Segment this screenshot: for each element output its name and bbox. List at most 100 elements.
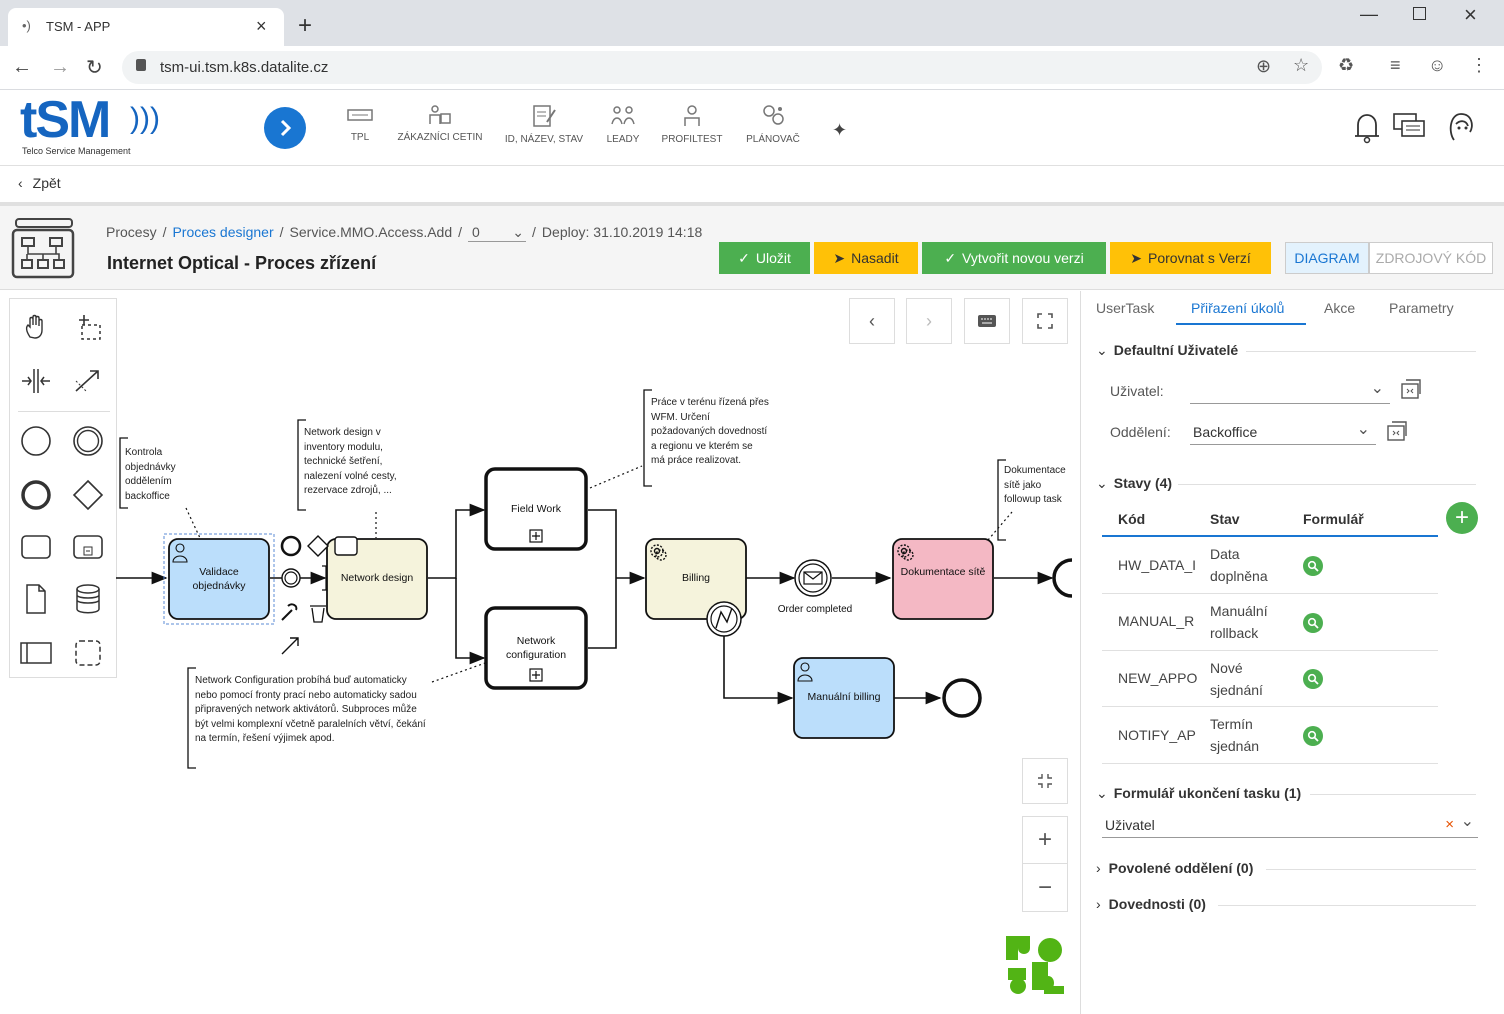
- nav-id-nazev-stav[interactable]: ID, NÁZEV, STAV: [504, 104, 584, 145]
- data-object-tool[interactable]: [16, 579, 56, 619]
- gateway-tool[interactable]: [68, 475, 108, 515]
- add-site-icon[interactable]: ⊕: [1256, 56, 1271, 77]
- boundary-error-event[interactable]: [706, 601, 742, 637]
- tab-parametry[interactable]: Parametry: [1389, 300, 1454, 316]
- group-tool[interactable]: [68, 633, 108, 673]
- reading-list-icon[interactable]: ≡: [1390, 55, 1401, 76]
- chevron-right-icon: ›: [1096, 896, 1101, 912]
- extension-recycle-icon[interactable]: ♻: [1338, 55, 1354, 76]
- tab-prirazeni-ukolu[interactable]: Přiřazení úkolů: [1191, 300, 1284, 316]
- reload-icon[interactable]: ↻: [86, 55, 103, 80]
- lasso-tool[interactable]: [68, 307, 108, 347]
- notifications-bell-icon[interactable]: [1352, 110, 1382, 144]
- add-state-button[interactable]: +: [1446, 502, 1478, 534]
- tab-akce[interactable]: Akce: [1324, 300, 1355, 316]
- section-skills[interactable]: › Dovednosti (0): [1096, 896, 1206, 912]
- bookmark-star-icon[interactable]: ☆: [1293, 55, 1309, 76]
- label-dokumentace: Dokumentace sítě: [900, 566, 986, 578]
- end-event-tool[interactable]: [16, 475, 56, 515]
- undo-button[interactable]: ‹: [849, 298, 895, 344]
- space-tool[interactable]: [16, 361, 56, 401]
- pool-tool[interactable]: [16, 633, 56, 673]
- compare-button[interactable]: ➤ Porovnat s Verzí: [1110, 242, 1271, 274]
- nav-planovac[interactable]: PLÁNOVAČ: [744, 104, 802, 145]
- clear-icon[interactable]: ×: [1445, 816, 1454, 833]
- chevron-down-icon[interactable]: ⌄: [1461, 811, 1474, 831]
- version-value: 0: [472, 224, 480, 240]
- keyboard-button[interactable]: [964, 298, 1010, 344]
- row2-form-search-button[interactable]: [1303, 613, 1323, 633]
- hand-tool[interactable]: [16, 307, 56, 347]
- diagram-toggle[interactable]: DIAGRAM: [1285, 242, 1369, 274]
- breadcrumb-procesy[interactable]: Procesy: [106, 224, 157, 240]
- row3-form-search-button[interactable]: [1303, 669, 1323, 689]
- version-select[interactable]: 0 ⌄: [468, 222, 527, 242]
- note-dokumentace[interactable]: Dokumentace sítě jako followup task: [1004, 464, 1076, 508]
- redo-button[interactable]: ›: [906, 298, 952, 344]
- save-button[interactable]: ✓ Uložit: [719, 242, 810, 274]
- plus-icon: +: [1037, 826, 1052, 853]
- note-network-design[interactable]: Network design v inventory modulu, techn…: [304, 426, 420, 499]
- finish-form-select[interactable]: Uživatel × ⌄: [1102, 812, 1478, 838]
- data-store-tool[interactable]: [68, 579, 108, 619]
- end-event-partial[interactable]: [1052, 558, 1073, 598]
- back-link[interactable]: ‹ Zpět: [18, 175, 61, 191]
- note-network-config[interactable]: Network Configuration probíhá buď automa…: [195, 674, 427, 747]
- zoom-out-button[interactable]: −: [1022, 864, 1068, 912]
- connect-tool[interactable]: [68, 361, 108, 401]
- pin-icon[interactable]: ✦: [832, 120, 847, 141]
- row-divider: [1102, 706, 1438, 707]
- dept-script-edit-icon[interactable]: [1386, 420, 1410, 442]
- note-prace[interactable]: Práce v terénu řízená přes WFM. Určení p…: [651, 396, 769, 469]
- end-event-manual[interactable]: [942, 678, 982, 718]
- tsm-logo[interactable]: tSM ))) Telco Service Management: [18, 91, 163, 160]
- browser-tab[interactable]: •) TSM - APP ×: [8, 8, 284, 46]
- forward-arrow-icon[interactable]: →: [50, 56, 70, 79]
- user-script-edit-icon[interactable]: [1400, 378, 1424, 400]
- row1-form-search-button[interactable]: [1303, 556, 1323, 576]
- nav-tpl[interactable]: TPL: [340, 104, 380, 143]
- user-select[interactable]: ⌄: [1190, 378, 1390, 404]
- dept-select[interactable]: Backoffice ⌄: [1190, 419, 1376, 445]
- close-window-icon[interactable]: ×: [1464, 2, 1477, 28]
- subprocess-tool[interactable]: [68, 527, 108, 567]
- task-dokumentace[interactable]: [892, 538, 994, 620]
- deploy-button[interactable]: ➤ Nasadit: [814, 242, 918, 274]
- back-row: [0, 166, 1504, 206]
- task-tool[interactable]: [16, 527, 56, 567]
- note-kontrola[interactable]: Kontrola objednávky oddělením backoffice: [125, 446, 195, 504]
- space-tool-icon: [22, 369, 50, 393]
- start-event-tool[interactable]: [16, 421, 56, 461]
- minimize-icon[interactable]: —: [1360, 4, 1378, 25]
- table-header-rule: [1102, 535, 1438, 537]
- message-event-order-completed[interactable]: [794, 559, 832, 597]
- maximize-icon[interactable]: [1413, 7, 1426, 20]
- bpmn-io-logo-icon[interactable]: [1004, 934, 1066, 996]
- source-code-toggle[interactable]: ZDROJOVÝ KÓD: [1369, 242, 1493, 274]
- menu-dots-icon[interactable]: ⋮: [1470, 55, 1488, 76]
- menu-expand-button[interactable]: [264, 107, 306, 149]
- zoom-in-button[interactable]: +: [1022, 816, 1068, 864]
- row4-form-search-button[interactable]: [1303, 726, 1323, 746]
- tab-close-icon[interactable]: ×: [256, 16, 267, 37]
- nav-leady[interactable]: LEADY: [603, 104, 643, 145]
- nav-profiltest[interactable]: PROFILTEST: [660, 104, 724, 145]
- new-version-button[interactable]: ✓ Vytvořit novou verzi: [922, 242, 1106, 274]
- intermediate-event-tool[interactable]: [68, 421, 108, 461]
- tab-usertask[interactable]: UserTask: [1096, 300, 1154, 316]
- breadcrumb-proces-designer[interactable]: Proces designer: [172, 224, 273, 240]
- section-allowed-depts[interactable]: › Povolené oddělení (0): [1096, 860, 1253, 876]
- section-default-users[interactable]: ⌄ Defaultní Uživatelé: [1096, 342, 1238, 359]
- section-states[interactable]: ⌄ Stavy (4): [1096, 475, 1172, 492]
- fullscreen-button[interactable]: [1022, 298, 1068, 344]
- nav-zakaznici[interactable]: ZÁKAZNÍCI CETIN: [396, 104, 484, 143]
- chat-icon[interactable]: [1392, 112, 1428, 142]
- new-tab-icon[interactable]: +: [298, 12, 312, 40]
- row-divider: [1102, 650, 1438, 651]
- user-avatar-icon[interactable]: [1446, 110, 1476, 144]
- profile-icon[interactable]: ☺: [1428, 55, 1446, 76]
- back-arrow-icon[interactable]: ←: [12, 56, 32, 79]
- url-field[interactable]: tsm-ui.tsm.k8s.datalite.cz: [122, 51, 1322, 84]
- customers-icon: [429, 105, 451, 124]
- section-finish-form[interactable]: ⌄ Formulář ukončení tasku (1): [1096, 785, 1301, 802]
